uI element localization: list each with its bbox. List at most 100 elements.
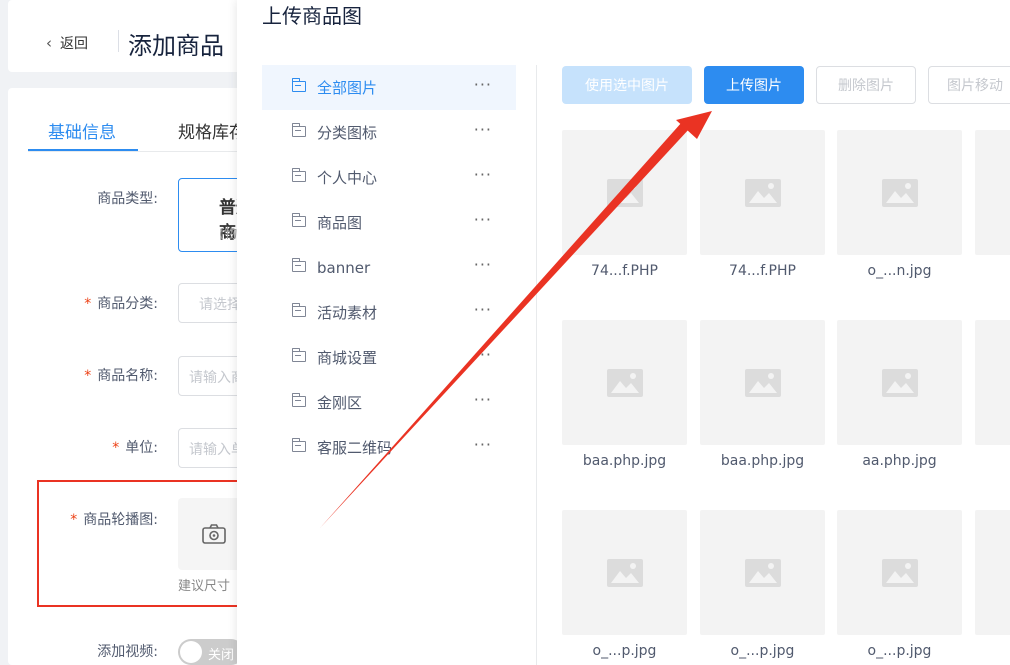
- product-name-label: * 商品名称:: [84, 368, 158, 384]
- image-thumbnail: [562, 510, 687, 635]
- category-label: 全部图片: [317, 79, 378, 97]
- image-item[interactable]: baa.php.jpg: [562, 320, 687, 469]
- image-placeholder-icon: [744, 368, 781, 397]
- category-item[interactable]: 商品图 ···: [262, 200, 516, 245]
- folder-icon: [292, 258, 306, 272]
- image-item[interactable]: o_...n.jpg: [837, 130, 962, 279]
- image-thumbnail: [975, 130, 1010, 255]
- more-options-icon[interactable]: ···: [474, 165, 492, 184]
- image-filename: ba: [975, 263, 1010, 279]
- folder-icon: [292, 303, 306, 317]
- video-label: 添加视频:: [97, 644, 158, 660]
- category-item[interactable]: 分类图标 ···: [262, 110, 516, 155]
- tab-active-indicator: [28, 149, 138, 151]
- back-button[interactable]: ‹ 返回: [46, 33, 88, 53]
- header-divider: [118, 30, 119, 52]
- image-thumbnail: [837, 130, 962, 255]
- image-filename: a: [975, 453, 1010, 469]
- form-tabs: 基础信息 规格库存: [28, 118, 248, 152]
- image-item[interactable]: o_...p.jpg: [700, 510, 825, 659]
- delete-image-button[interactable]: 删除图片: [816, 66, 916, 104]
- more-options-icon[interactable]: ···: [474, 210, 492, 229]
- image-thumbnail: [562, 130, 687, 255]
- image-placeholder-icon: [606, 178, 643, 207]
- video-toggle[interactable]: 关闭: [178, 639, 244, 665]
- category-item[interactable]: banner ···: [262, 245, 516, 290]
- toggle-label: 关闭: [208, 648, 235, 663]
- more-options-icon[interactable]: ···: [474, 435, 492, 454]
- image-item[interactable]: ba: [975, 130, 1010, 279]
- image-placeholder-icon: [606, 368, 643, 397]
- move-image-button[interactable]: 图片移动: [928, 66, 1010, 104]
- image-placeholder-icon: [881, 178, 918, 207]
- image-thumbnail: [700, 130, 825, 255]
- image-filename: o_...p.jpg: [592, 643, 657, 659]
- back-label: 返回: [60, 36, 88, 52]
- more-options-icon[interactable]: ···: [474, 390, 492, 409]
- folder-icon: [292, 168, 306, 182]
- image-item[interactable]: o_...p.jpg: [562, 510, 687, 659]
- image-item[interactable]: a: [975, 320, 1010, 469]
- image-placeholder-icon: [881, 558, 918, 587]
- folder-icon: [292, 213, 306, 227]
- more-options-icon[interactable]: ···: [474, 345, 492, 364]
- image-placeholder-icon: [881, 368, 918, 397]
- category-item[interactable]: 活动素材 ···: [262, 290, 516, 335]
- unit-label: * 单位:: [112, 440, 158, 456]
- image-thumbnail: [975, 320, 1010, 445]
- image-thumbnail: [700, 510, 825, 635]
- image-thumbnail: [837, 320, 962, 445]
- image-item[interactable]: 74...f.PHP: [700, 130, 825, 279]
- image-item[interactable]: [975, 510, 1010, 643]
- category-label: 活动素材: [317, 304, 378, 322]
- more-options-icon[interactable]: ···: [474, 255, 492, 274]
- toggle-knob: [180, 641, 202, 663]
- image-item[interactable]: aa.php.jpg: [837, 320, 962, 469]
- category-label: 分类图标: [317, 124, 378, 142]
- image-filename: o_...p.jpg: [730, 643, 795, 659]
- carousel-highlight-box: [37, 480, 269, 607]
- image-filename: 74...f.PHP: [591, 263, 658, 279]
- category-item[interactable]: 个人中心 ···: [262, 155, 516, 200]
- image-placeholder-icon: [744, 558, 781, 587]
- category-item[interactable]: 客服二维码 ···: [262, 425, 516, 470]
- image-thumbnail: [562, 320, 687, 445]
- category-item[interactable]: 商城设置 ···: [262, 335, 516, 380]
- folder-icon: [292, 123, 306, 137]
- chevron-left-icon: ‹: [46, 34, 52, 52]
- upload-image-button[interactable]: 上传图片: [704, 66, 804, 104]
- image-placeholder-icon: [606, 558, 643, 587]
- modal-title: 上传商品图: [262, 4, 362, 28]
- image-filename: baa.php.jpg: [720, 453, 805, 469]
- category-label: 商品图: [317, 214, 363, 232]
- folder-icon: [292, 348, 306, 362]
- image-thumbnail: [837, 510, 962, 635]
- category-item[interactable]: 金刚区 ···: [262, 380, 516, 425]
- folder-icon: [292, 393, 306, 407]
- image-filename: o_...p.jpg: [867, 643, 932, 659]
- category-label: 个人中心: [317, 169, 378, 187]
- more-options-icon[interactable]: ···: [474, 75, 492, 94]
- product-type-label: 商品类型:: [97, 191, 158, 207]
- more-options-icon[interactable]: ···: [474, 120, 492, 139]
- category-item[interactable]: 全部图片 ···: [262, 65, 516, 110]
- image-item[interactable]: 74...f.PHP: [562, 130, 687, 279]
- category-label: 商城设置: [317, 349, 378, 367]
- more-options-icon[interactable]: ···: [474, 300, 492, 319]
- image-thumbnail: [975, 510, 1010, 635]
- image-filename: o_...n.jpg: [867, 263, 932, 279]
- category-label: 客服二维码: [317, 439, 393, 457]
- image-placeholder-icon: [744, 178, 781, 207]
- image-filename: baa.php.jpg: [582, 453, 667, 469]
- panel-divider: [536, 65, 537, 665]
- image-item[interactable]: baa.php.jpg: [700, 320, 825, 469]
- image-thumbnail: [700, 320, 825, 445]
- category-label: banner: [317, 258, 371, 277]
- use-selected-button[interactable]: 使用选中图片: [562, 66, 692, 104]
- tab-basic-info[interactable]: 基础信息: [48, 118, 116, 143]
- image-item[interactable]: o_...p.jpg: [837, 510, 962, 659]
- category-label: 金刚区: [317, 394, 363, 412]
- folder-icon: [292, 438, 306, 452]
- tab-spec-stock[interactable]: 规格库存: [178, 118, 246, 143]
- image-filename: 74...f.PHP: [729, 263, 796, 279]
